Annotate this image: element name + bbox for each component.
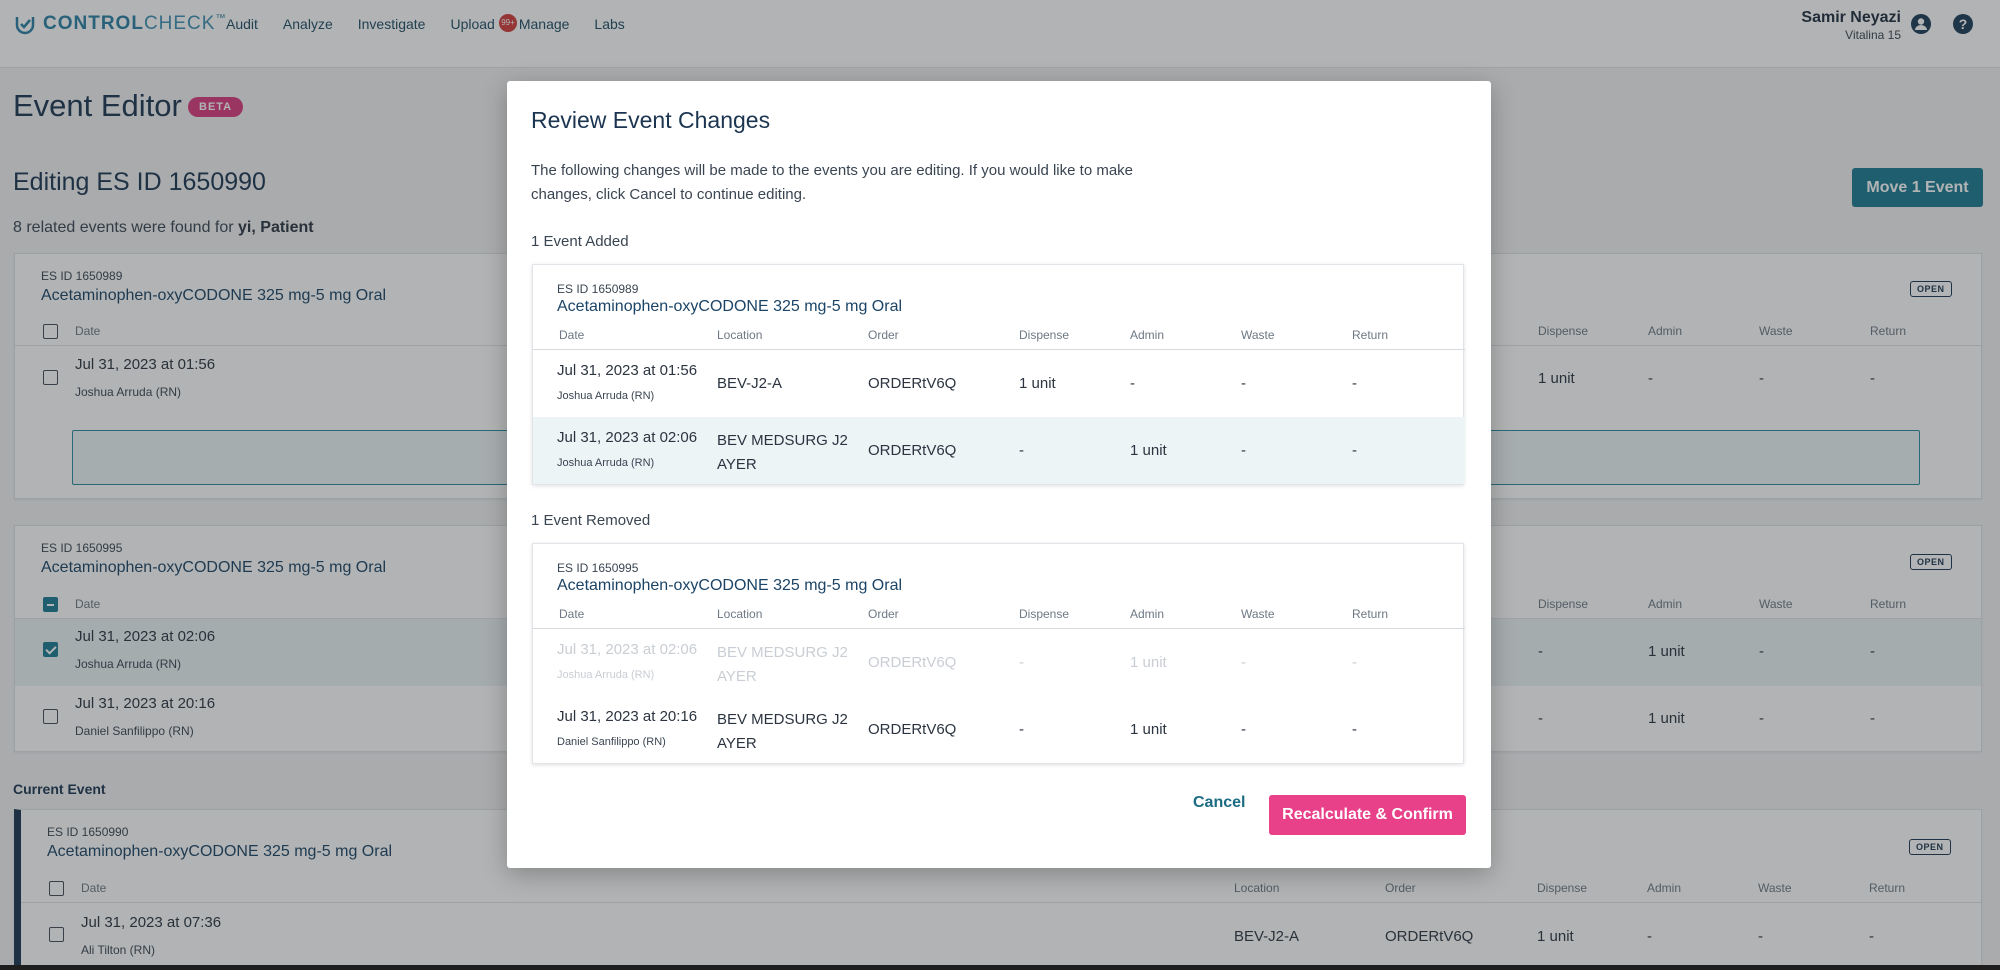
- column-header-dispense: Dispense: [1019, 328, 1070, 342]
- table-row: Jul 31, 2023 at 01:56 Joshua Arruda (RN)…: [533, 350, 1465, 417]
- event-drug-name: Acetaminophen-oxyCODONE 325 mg-5 mg Oral: [557, 577, 903, 594]
- column-header-date: Date: [559, 607, 585, 621]
- added-event-card: ES ID 1650989 Acetaminophen-oxyCODONE 32…: [532, 264, 1465, 485]
- row-waste: -: [1241, 375, 1246, 392]
- row-person: Joshua Arruda (RN): [557, 669, 655, 681]
- row-waste: -: [1241, 654, 1246, 671]
- row-person: Joshua Arruda (RN): [557, 457, 655, 469]
- event-es-id: ES ID 1650995: [557, 561, 639, 575]
- column-header-location: Location: [717, 328, 763, 342]
- column-header-waste: Waste: [1241, 607, 1275, 621]
- row-date: Jul 31, 2023 at 02:06: [557, 429, 698, 446]
- row-dispense: 1 unit: [1019, 375, 1056, 392]
- events-removed-label: 1 Event Removed: [531, 512, 651, 529]
- row-date: Jul 31, 2023 at 20:16: [557, 708, 698, 725]
- column-header-order: Order: [868, 328, 899, 342]
- row-admin: 1 unit: [1130, 442, 1167, 459]
- event-drug-name: Acetaminophen-oxyCODONE 325 mg-5 mg Oral: [557, 298, 903, 315]
- row-dispense: -: [1019, 721, 1024, 738]
- row-dispense: -: [1019, 654, 1024, 671]
- column-header-date: Date: [559, 328, 585, 342]
- dialog-title: Review Event Changes: [531, 107, 771, 133]
- row-order: ORDERtV6Q: [868, 375, 957, 392]
- removed-event-card: ES ID 1650995 Acetaminophen-oxyCODONE 32…: [532, 543, 1465, 764]
- row-return: -: [1352, 442, 1357, 459]
- column-header-admin: Admin: [1130, 328, 1165, 342]
- column-header-dispense: Dispense: [1019, 607, 1070, 621]
- row-order: ORDERtV6Q: [868, 654, 957, 671]
- dialog-description: The following changes will be made to th…: [531, 162, 1134, 203]
- column-header-order: Order: [868, 607, 899, 621]
- row-person: Daniel Sanfilippo (RN): [557, 736, 666, 748]
- row-date: Jul 31, 2023 at 01:56: [557, 362, 698, 379]
- row-location: BEV MEDSURG J2 AYER: [717, 711, 848, 752]
- row-location: BEV MEDSURG J2 AYER: [717, 432, 848, 473]
- row-return: -: [1352, 654, 1357, 671]
- row-person: Joshua Arruda (RN): [557, 390, 655, 402]
- row-location: BEV MEDSURG J2 AYER: [717, 644, 848, 685]
- column-header-location: Location: [717, 607, 763, 621]
- row-dispense: -: [1019, 442, 1024, 459]
- column-header-admin: Admin: [1130, 607, 1165, 621]
- table-row: Jul 31, 2023 at 02:06 Joshua Arruda (RN)…: [533, 417, 1465, 484]
- row-return: -: [1352, 375, 1357, 392]
- events-added-label: 1 Event Added: [531, 233, 629, 250]
- cancel-button[interactable]: Cancel: [1193, 794, 1245, 812]
- taskbar: [0, 965, 2000, 970]
- row-admin: 1 unit: [1130, 654, 1167, 671]
- recalculate-confirm-button[interactable]: Recalculate & Confirm: [1269, 795, 1466, 835]
- column-header-return: Return: [1352, 607, 1389, 621]
- row-admin: -: [1130, 375, 1135, 392]
- table-row-removed: Jul 31, 2023 at 02:06 Joshua Arruda (RN)…: [533, 629, 1465, 696]
- event-es-id: ES ID 1650989: [557, 282, 639, 296]
- row-order: ORDERtV6Q: [868, 442, 957, 459]
- row-waste: -: [1241, 442, 1246, 459]
- row-order: ORDERtV6Q: [868, 721, 957, 738]
- table-row: Jul 31, 2023 at 20:16 Daniel Sanfilippo …: [533, 696, 1465, 763]
- column-header-waste: Waste: [1241, 328, 1275, 342]
- row-waste: -: [1241, 721, 1246, 738]
- row-date: Jul 31, 2023 at 02:06: [557, 641, 698, 658]
- row-location: BEV-J2-A: [717, 375, 783, 392]
- row-return: -: [1352, 721, 1357, 738]
- review-changes-dialog: Review Event Changes The following chang…: [507, 81, 1491, 868]
- column-header-return: Return: [1352, 328, 1389, 342]
- row-admin: 1 unit: [1130, 721, 1167, 738]
